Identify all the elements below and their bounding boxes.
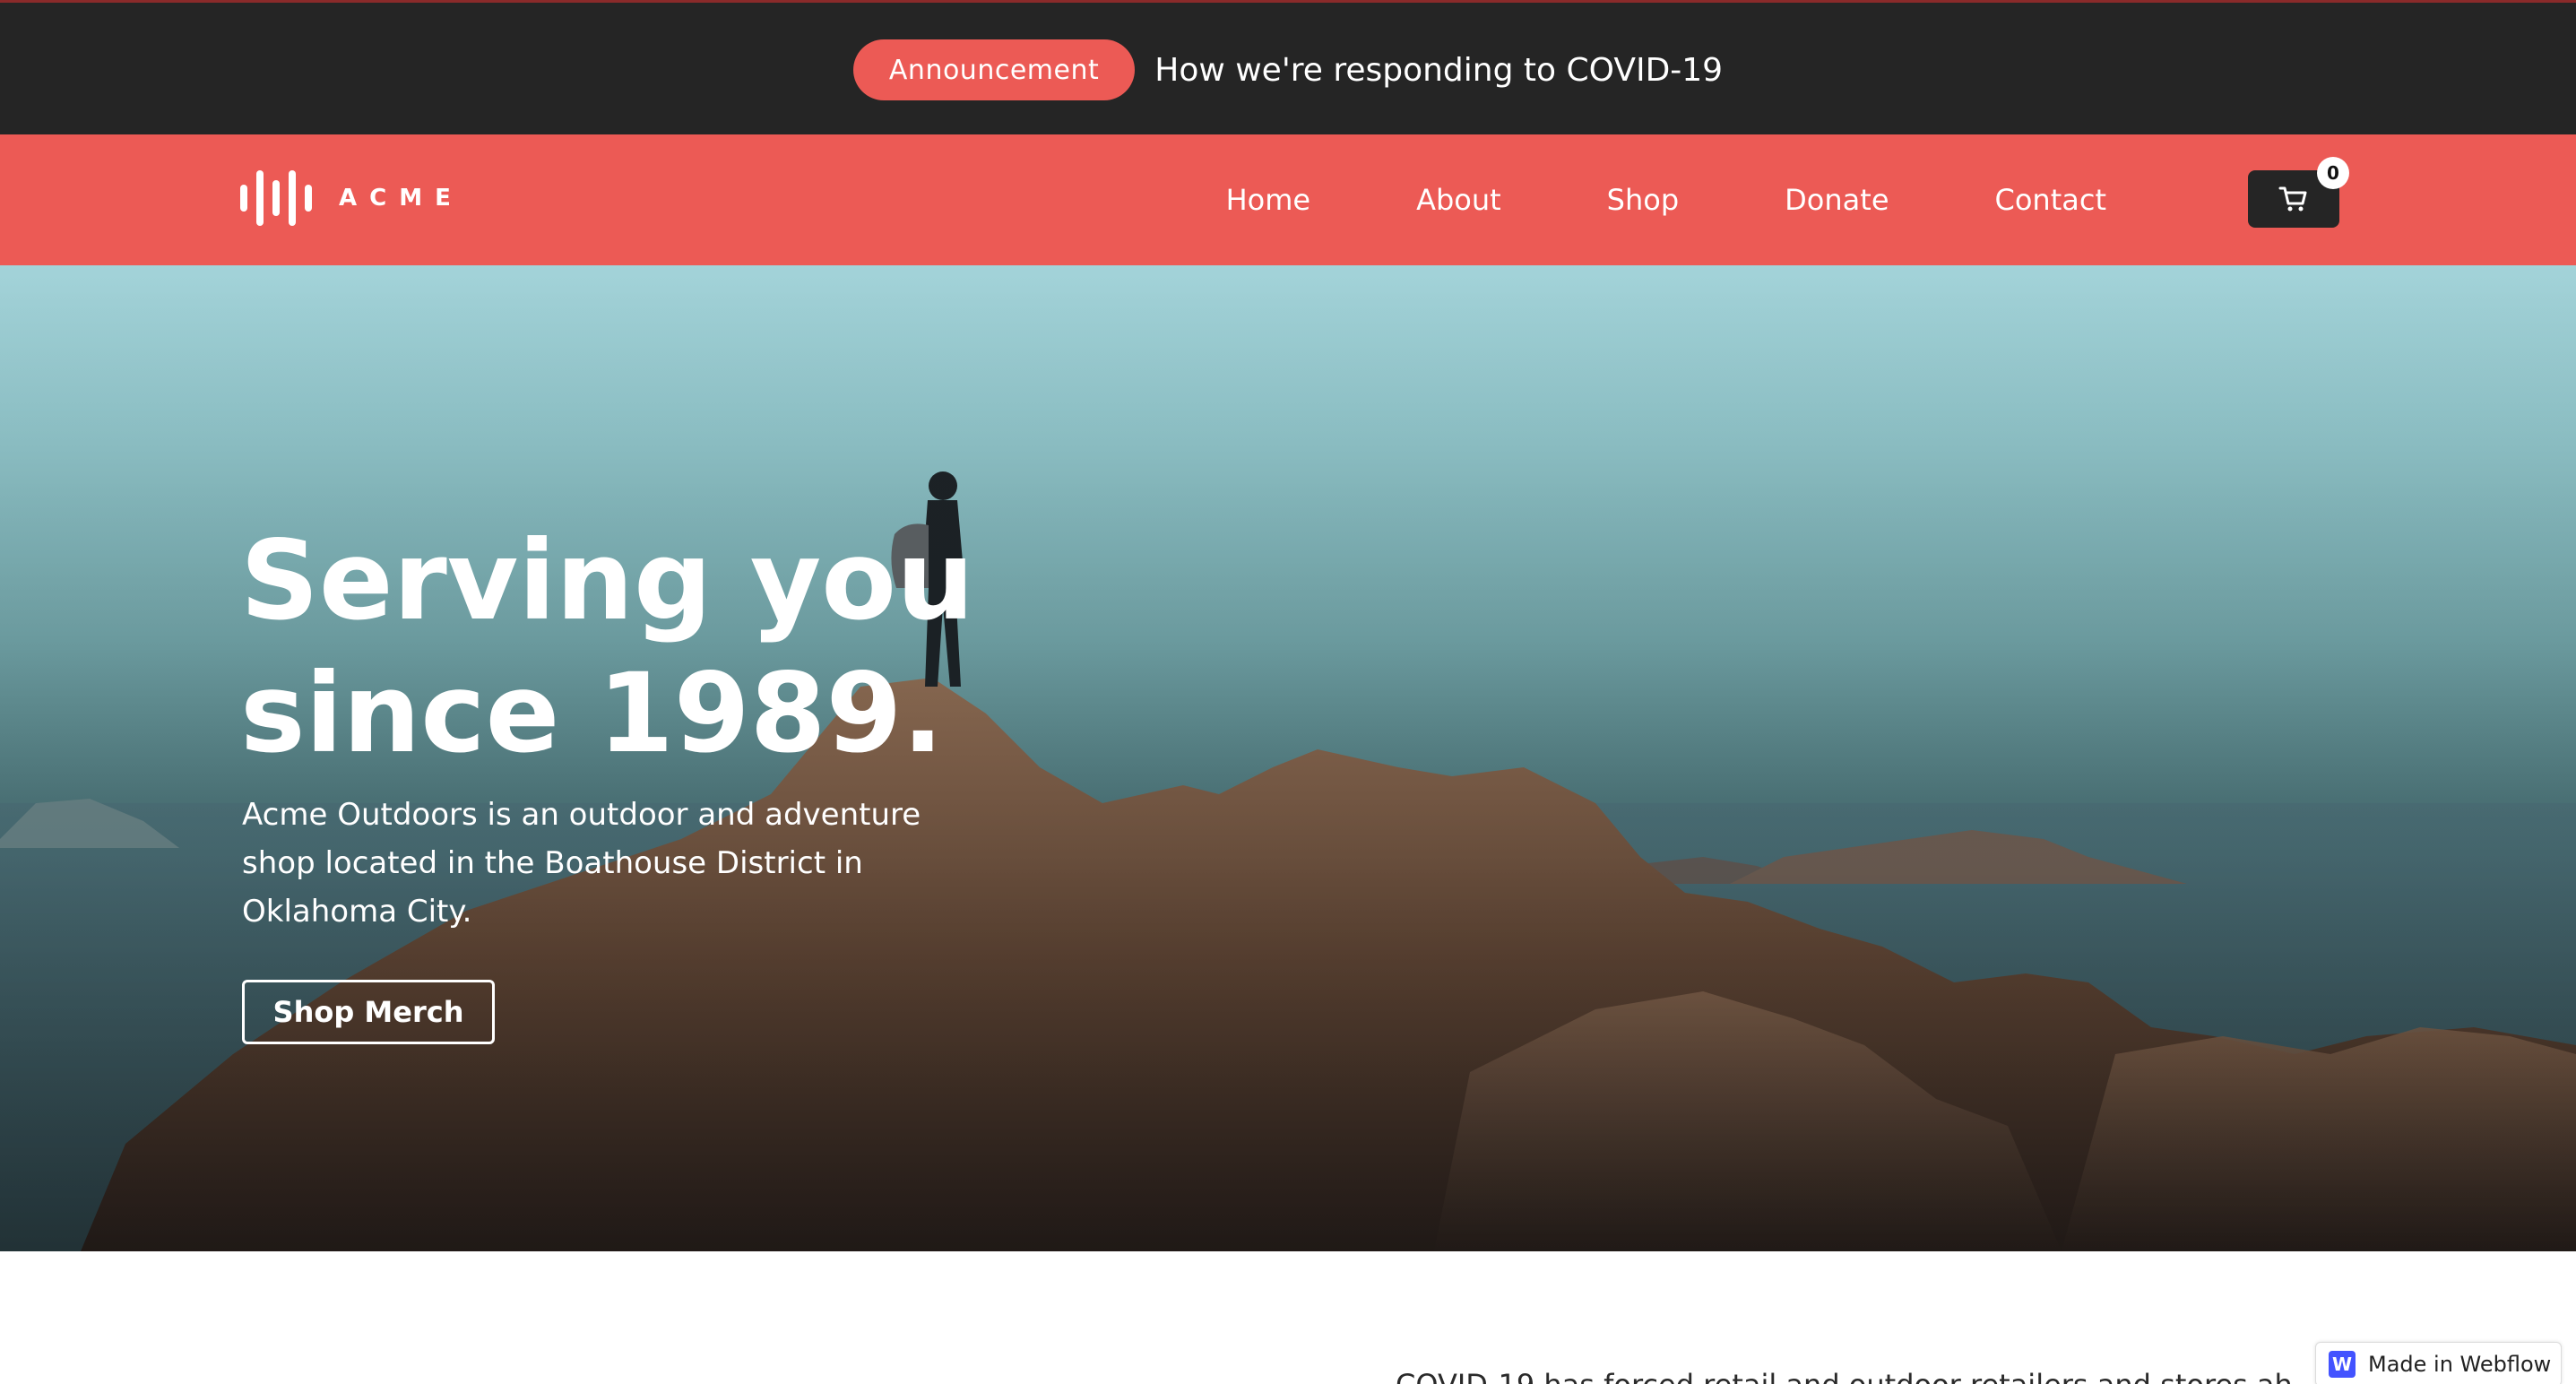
shop-merch-button[interactable]: Shop Merch: [242, 980, 495, 1044]
announcement-badge[interactable]: Announcement: [852, 39, 1136, 100]
cart-icon: [2278, 186, 2307, 212]
hero-title-line2: since 1989.: [240, 650, 944, 777]
announcement-bar: Announcement How we're responding to COV…: [0, 0, 2576, 134]
nav-item-contact[interactable]: Contact: [1942, 183, 2160, 217]
nav-item-about[interactable]: About: [1363, 183, 1554, 217]
covid-section-text: COVID-19 has forced retail and outdoor r…: [1396, 1364, 2292, 1384]
announcement-link[interactable]: How we're responding to COVID-19: [1154, 52, 1723, 89]
made-in-webflow-badge[interactable]: W Made in Webflow: [2315, 1342, 2562, 1384]
hero-section: Serving you since 1989. Acme Outdoors is…: [0, 265, 2576, 1251]
soundwave-logo-icon: [240, 170, 312, 226]
made-in-webflow-label: Made in Webflow: [2368, 1352, 2552, 1377]
hero-title: Serving you since 1989.: [240, 515, 1047, 780]
nav-item-home[interactable]: Home: [1173, 183, 1364, 217]
hero-title-line1: Serving you: [240, 517, 974, 644]
covid-section: COVID-19 has forced retail and outdoor r…: [0, 1251, 2576, 1384]
announcement-content: Announcement How we're responding to COV…: [0, 39, 2576, 101]
nav-item-donate[interactable]: Donate: [1732, 183, 1941, 217]
navbar: ACME Home About Shop Donate Contact: [0, 134, 2576, 265]
main-nav: Home About Shop Donate Contact: [1173, 134, 2159, 265]
brand-link[interactable]: ACME: [240, 170, 463, 226]
nav-item-shop[interactable]: Shop: [1554, 183, 1732, 217]
brand-name: ACME: [339, 185, 463, 212]
webflow-logo-icon: W: [2329, 1351, 2356, 1378]
hero-description: Acme Outdoors is an outdoor and adventur…: [242, 797, 921, 930]
cart-count-badge: 0: [2317, 157, 2349, 189]
